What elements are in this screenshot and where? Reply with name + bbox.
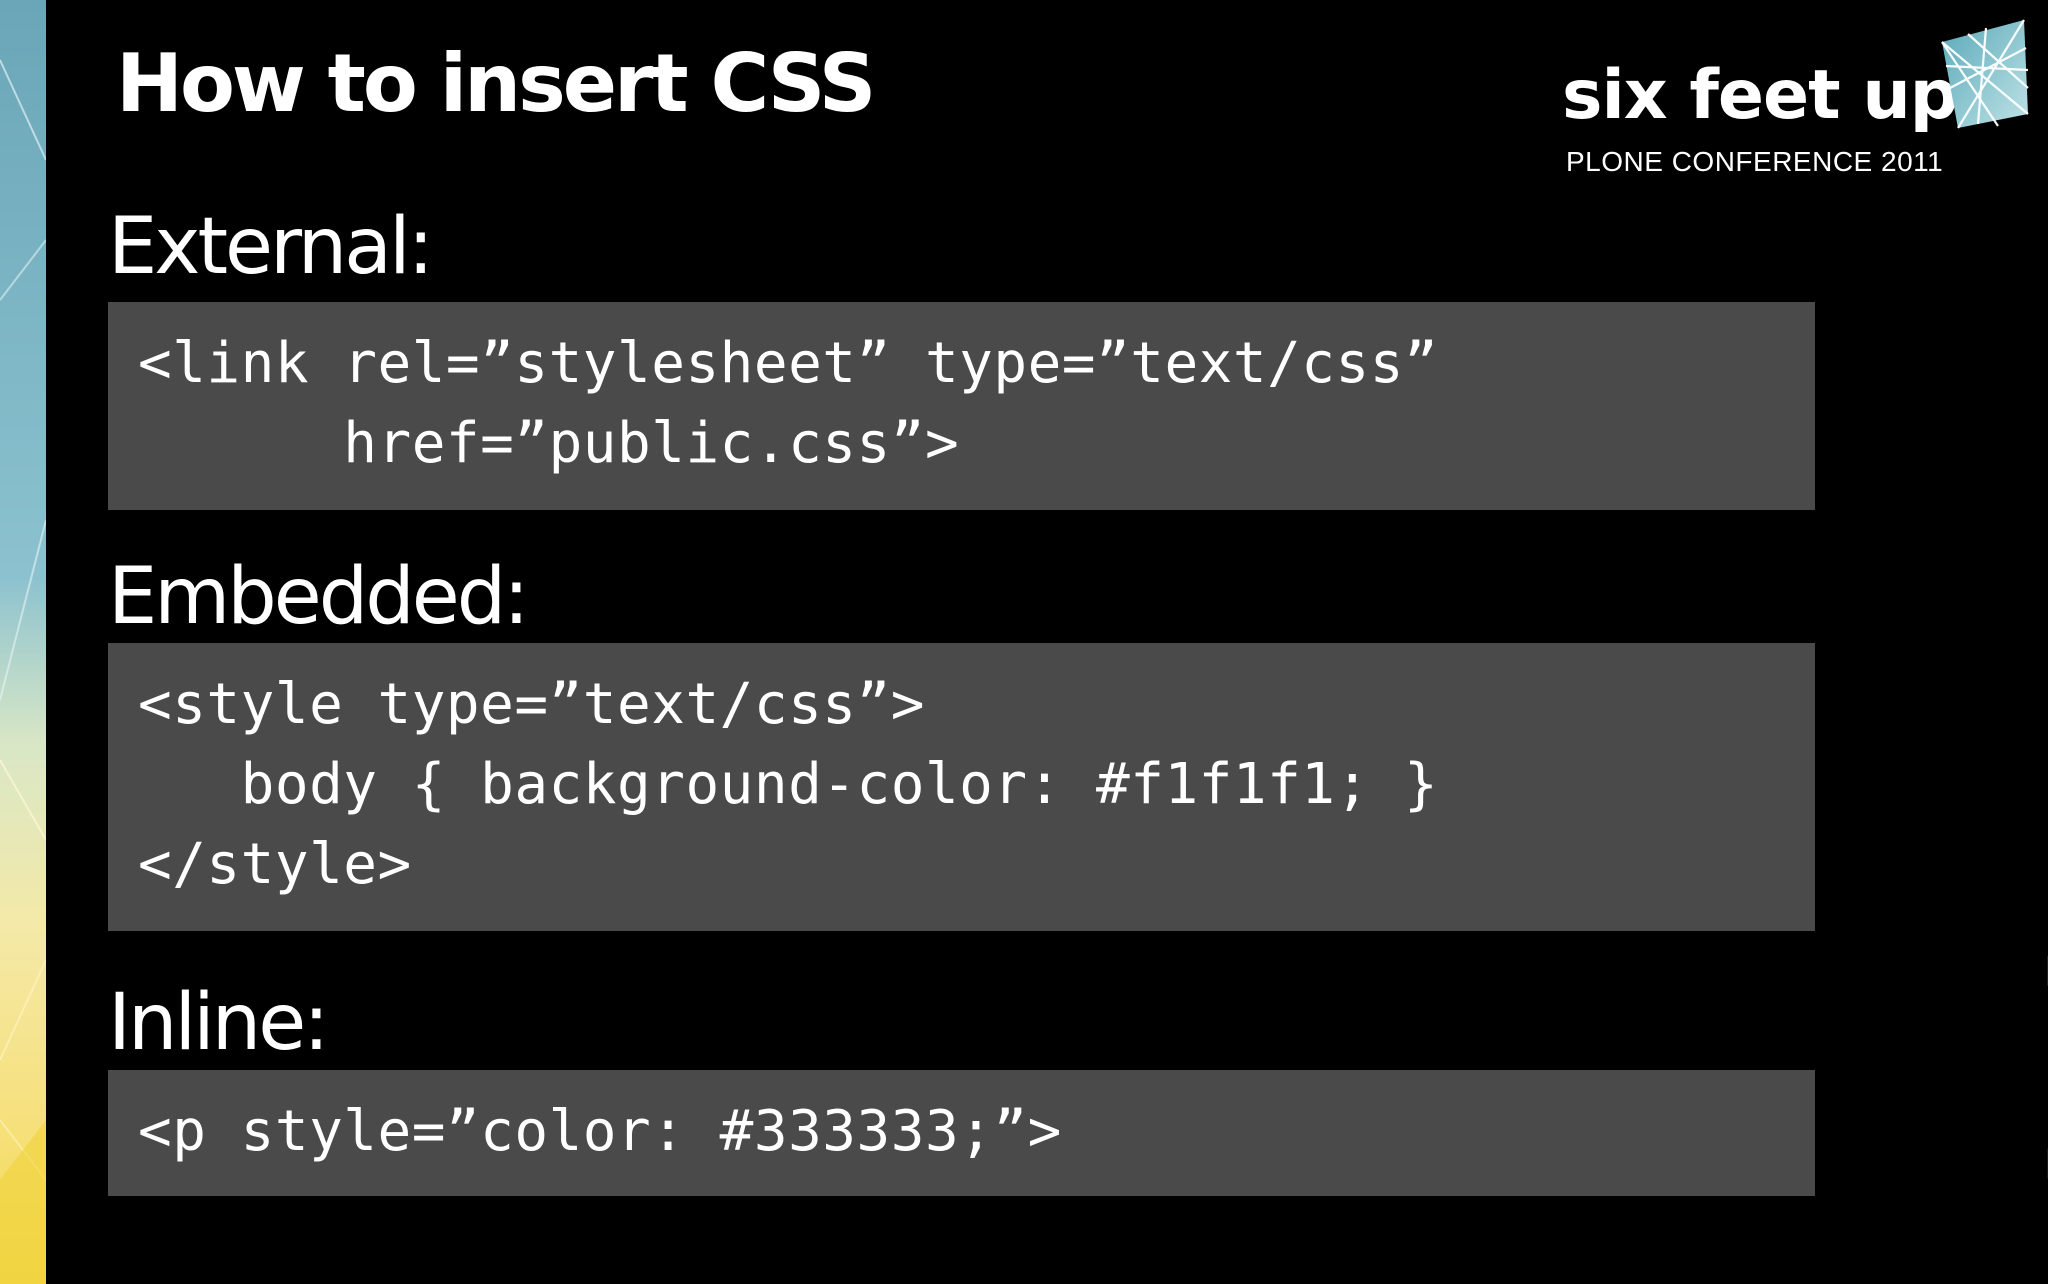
- logo-mark-icon: [1941, 19, 2029, 129]
- code-line: <style type=”text/css”>: [138, 672, 925, 737]
- slide-title: How to insert CSS: [116, 37, 876, 130]
- left-decorative-stripe: [0, 0, 46, 1284]
- thrive-wordmark: thrive: [2020, 733, 2048, 1268]
- logo-name: six feet up: [1562, 56, 1958, 135]
- code-line: <link rel=”stylesheet” type=”text/css”: [138, 331, 1439, 396]
- code-line: body { background-color: #f1f1f1; }: [138, 752, 1439, 817]
- section-label-embedded: Embedded:: [108, 552, 530, 642]
- slide: How to insert CSS six feet up PLONE CONF…: [0, 0, 2048, 1284]
- code-line: </style>: [138, 832, 412, 897]
- code-box-inline: <p style=”color: #333333;”>: [108, 1070, 1815, 1196]
- code-line: href=”public.css”>: [138, 411, 960, 476]
- section-label-inline: Inline:: [108, 978, 329, 1068]
- code-box-embedded: <style type=”text/css”> body { backgroun…: [108, 643, 1815, 931]
- code-line: <p style=”color: #333333;”>: [138, 1099, 1062, 1164]
- code-box-external: <link rel=”stylesheet” type=”text/css” h…: [108, 302, 1815, 510]
- section-label-external: External:: [108, 202, 434, 292]
- logo-subtitle: PLONE CONFERENCE 2011: [1566, 146, 1944, 177]
